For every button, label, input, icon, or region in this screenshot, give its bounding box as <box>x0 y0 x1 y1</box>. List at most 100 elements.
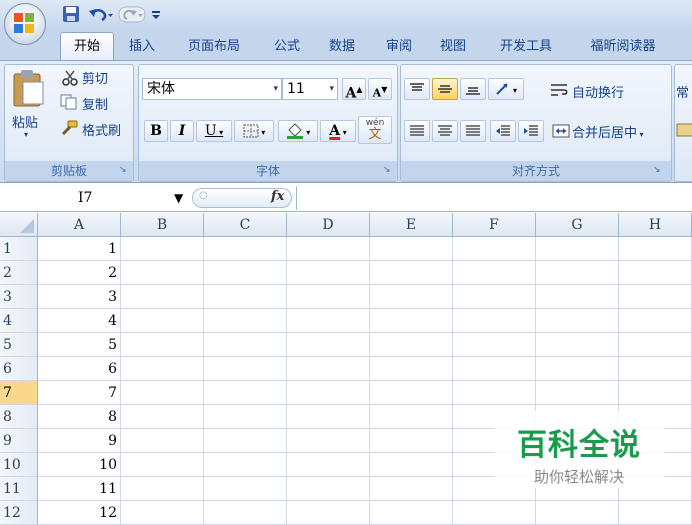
cell[interactable] <box>536 261 619 285</box>
cell[interactable] <box>204 381 287 405</box>
cell[interactable] <box>370 333 453 357</box>
name-box-dropdown-icon[interactable]: ▼ <box>174 186 183 210</box>
tab-data[interactable]: 数据 <box>318 36 366 58</box>
row-header[interactable]: 7 <box>0 381 38 405</box>
cell[interactable] <box>536 237 619 261</box>
cell[interactable] <box>287 453 370 477</box>
expand-icon[interactable]: ○ <box>199 190 208 201</box>
cell[interactable] <box>204 357 287 381</box>
cell[interactable] <box>287 237 370 261</box>
cell[interactable] <box>204 429 287 453</box>
cell[interactable] <box>204 261 287 285</box>
cell[interactable] <box>453 237 536 261</box>
row-header[interactable]: 8 <box>0 405 38 429</box>
tab-review[interactable]: 审阅 <box>376 36 422 58</box>
save-icon[interactable] <box>62 5 80 23</box>
font-launcher-icon[interactable]: ↘ <box>383 165 391 175</box>
cell[interactable] <box>453 381 536 405</box>
cell[interactable] <box>453 309 536 333</box>
cell-a[interactable]: 3 <box>38 285 121 309</box>
customize-qat-icon[interactable] <box>150 5 162 23</box>
cell[interactable] <box>287 477 370 501</box>
cell[interactable] <box>619 309 692 333</box>
align-right-button[interactable] <box>460 120 486 142</box>
column-header-c[interactable]: C <box>204 213 287 237</box>
fill-color-button[interactable]: ▾ <box>278 120 318 142</box>
cell[interactable] <box>287 381 370 405</box>
row-header[interactable]: 2 <box>0 261 38 285</box>
cell-a[interactable]: 1 <box>38 237 121 261</box>
cell-a[interactable]: 5 <box>38 333 121 357</box>
italic-button[interactable]: I <box>170 120 194 142</box>
cell[interactable] <box>370 453 453 477</box>
decrease-indent-button[interactable] <box>490 120 516 142</box>
cell[interactable] <box>287 309 370 333</box>
grow-font-button[interactable]: A▲ <box>342 78 366 102</box>
increase-indent-button[interactable] <box>518 120 544 142</box>
row-header[interactable]: 12 <box>0 501 38 525</box>
column-header-g[interactable]: G <box>536 213 619 237</box>
cell[interactable] <box>453 261 536 285</box>
cell-a[interactable]: 2 <box>38 261 121 285</box>
cell[interactable] <box>370 357 453 381</box>
cell[interactable] <box>619 285 692 309</box>
cell[interactable] <box>287 357 370 381</box>
cell-a[interactable]: 6 <box>38 357 121 381</box>
cell[interactable] <box>370 261 453 285</box>
cell[interactable] <box>536 501 619 525</box>
row-header[interactable]: 4 <box>0 309 38 333</box>
clipboard-launcher-icon[interactable]: ↘ <box>119 165 127 175</box>
align-bottom-button[interactable] <box>460 78 486 100</box>
redo-icon[interactable] <box>118 5 146 23</box>
cell[interactable] <box>370 477 453 501</box>
column-header-h[interactable]: H <box>619 213 692 237</box>
cell[interactable] <box>204 453 287 477</box>
cell[interactable] <box>287 333 370 357</box>
row-header[interactable]: 9 <box>0 429 38 453</box>
cell[interactable] <box>204 309 287 333</box>
alignment-launcher-icon[interactable]: ↘ <box>653 165 661 175</box>
cell[interactable] <box>287 429 370 453</box>
cell[interactable] <box>536 309 619 333</box>
row-header[interactable]: 3 <box>0 285 38 309</box>
formula-input[interactable] <box>298 186 692 210</box>
tab-formulas[interactable]: 公式 <box>264 36 310 58</box>
orientation-button[interactable]: ▾ <box>488 78 524 100</box>
cell-a[interactable]: 11 <box>38 477 121 501</box>
cell[interactable] <box>121 501 204 525</box>
paste-button[interactable]: 粘贴 <box>12 112 38 131</box>
bold-button[interactable]: B <box>144 120 168 142</box>
cell[interactable] <box>121 405 204 429</box>
cut-button[interactable]: 剪切 <box>82 68 108 87</box>
cell-a[interactable]: 8 <box>38 405 121 429</box>
column-header-f[interactable]: F <box>453 213 536 237</box>
cell[interactable] <box>370 309 453 333</box>
cell[interactable] <box>204 405 287 429</box>
paste-icon[interactable] <box>10 68 46 108</box>
row-header[interactable]: 6 <box>0 357 38 381</box>
cell[interactable] <box>619 381 692 405</box>
cell[interactable] <box>619 357 692 381</box>
font-name-dropdown-icon[interactable]: ▾ <box>273 79 278 99</box>
cell[interactable] <box>453 333 536 357</box>
cell[interactable] <box>287 405 370 429</box>
cell[interactable] <box>121 357 204 381</box>
cell[interactable] <box>536 285 619 309</box>
cell[interactable] <box>370 429 453 453</box>
cell-a[interactable]: 9 <box>38 429 121 453</box>
align-top-button[interactable] <box>404 78 430 100</box>
cell-a[interactable]: 4 <box>38 309 121 333</box>
cell-a[interactable]: 12 <box>38 501 121 525</box>
tab-insert[interactable]: 插入 <box>120 36 164 58</box>
cell[interactable] <box>619 261 692 285</box>
cell[interactable] <box>121 333 204 357</box>
name-box[interactable]: I7 ▼ <box>0 186 192 210</box>
phonetic-button[interactable]: wén 文 <box>358 116 392 144</box>
tab-home[interactable]: 开始 <box>60 32 114 61</box>
cell[interactable] <box>121 453 204 477</box>
cell[interactable] <box>619 501 692 525</box>
align-middle-button[interactable] <box>432 78 458 100</box>
cell[interactable] <box>121 261 204 285</box>
cell[interactable] <box>287 261 370 285</box>
font-size-combo[interactable]: 11 ▾ <box>282 78 338 100</box>
